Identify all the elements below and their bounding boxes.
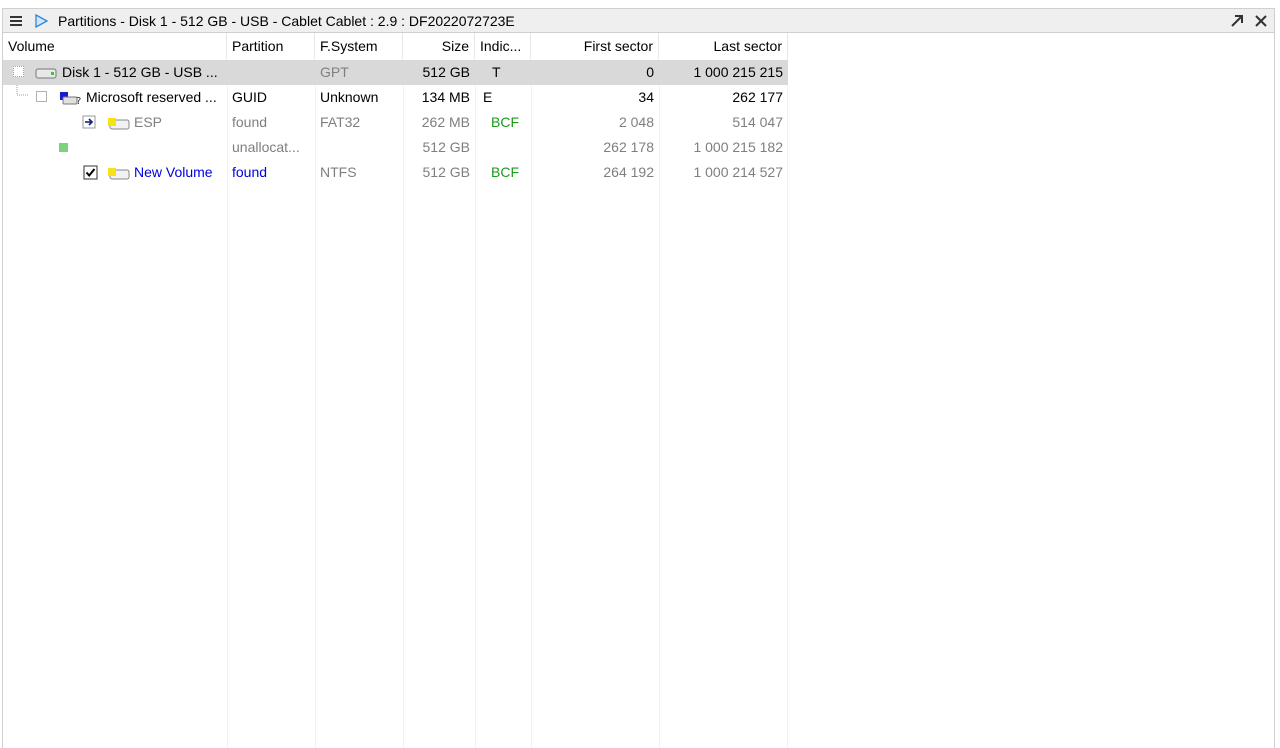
column-header-last-sector[interactable]: Last sector <box>659 33 788 59</box>
partition-type: unallocat... <box>232 139 300 155</box>
last-sector: 262 177 <box>732 89 783 105</box>
usb-drive-icon <box>35 68 57 79</box>
column-header-indicators[interactable]: Indic... <box>475 33 531 59</box>
partition-yellow-icon <box>108 118 130 130</box>
column-header: Volume Partition F.System Size Indic... … <box>3 33 788 59</box>
table-row-partition[interactable]: ? Microsoft reserved ... GUID Unknown 13… <box>3 85 788 110</box>
size: 512 GB <box>422 164 470 180</box>
partition-type: GUID <box>232 89 267 105</box>
volume-name <box>81 135 227 160</box>
partition-yellow-icon <box>108 168 130 180</box>
table-row-partition[interactable]: New Volume found NTFS 512 GB BCF 264 192… <box>3 160 788 185</box>
column-header-volume[interactable]: Volume <box>3 33 227 59</box>
volume-name: New Volume <box>134 164 213 180</box>
indicators: E <box>483 89 493 105</box>
table-row-partition[interactable]: ESP found FAT32 262 MB BCF 2 048 514 047 <box>3 110 788 135</box>
indicators: BCF <box>491 114 519 130</box>
file-system: Unknown <box>320 89 379 105</box>
diagonal-arrow-icon[interactable] <box>1230 14 1244 28</box>
indicators: BCF <box>491 164 519 180</box>
table-row-unallocated[interactable]: unallocat... 512 GB 262 178 1 000 215 18… <box>3 135 788 160</box>
last-sector: 514 047 <box>732 114 783 130</box>
unknown-partition-icon: ? <box>60 92 81 106</box>
size: 262 MB <box>421 114 470 130</box>
first-sector: 0 <box>646 64 654 80</box>
volume-name: Disk 1 - 512 GB - USB ... <box>62 64 218 80</box>
partition-type: found <box>232 164 268 180</box>
last-sector: 1 000 215 215 <box>693 64 783 80</box>
file-system: NTFS <box>320 164 357 180</box>
partition-type <box>227 60 315 85</box>
first-sector: 34 <box>638 89 654 105</box>
first-sector: 262 178 <box>603 139 654 155</box>
first-sector: 264 192 <box>603 164 654 180</box>
column-header-first-sector[interactable]: First sector <box>531 33 659 59</box>
indicators: T <box>492 64 501 80</box>
file-system: FAT32 <box>320 114 361 130</box>
first-sector: 2 048 <box>618 114 654 130</box>
file-system: GPT <box>320 64 349 80</box>
panel-title: Partitions - Disk 1 - 512 GB - USB - Cab… <box>58 13 515 29</box>
table-row-disk[interactable]: Disk 1 - 512 GB - USB ... GPT 512 GB T 0… <box>3 60 788 85</box>
file-system <box>315 135 403 160</box>
size: 512 GB <box>422 139 470 155</box>
indicators <box>475 135 531 160</box>
column-header-filesystem[interactable]: F.System <box>315 33 403 59</box>
play-triangle-icon[interactable] <box>33 13 49 29</box>
last-sector: 1 000 215 182 <box>693 139 783 155</box>
unallocated-green-square-icon <box>59 143 68 152</box>
row-checkbox[interactable] <box>36 91 47 102</box>
row-checkbox[interactable] <box>13 66 24 77</box>
column-header-size[interactable]: Size <box>403 33 475 59</box>
partition-arrow-icon[interactable] <box>82 115 98 129</box>
volume-name: Microsoft reserved ... <box>86 89 217 105</box>
volume-name: ESP <box>134 114 163 130</box>
checked-checkbox-icon[interactable] <box>83 165 98 180</box>
partition-type: found <box>232 114 268 130</box>
hamburger-menu-icon[interactable] <box>9 14 23 28</box>
tree-connector-icon <box>16 85 28 96</box>
last-sector: 1 000 214 527 <box>693 164 783 180</box>
column-header-partition[interactable]: Partition <box>227 33 315 59</box>
close-x-icon[interactable] <box>1254 14 1268 28</box>
panel-titlebar: Partitions - Disk 1 - 512 GB - USB - Cab… <box>3 9 1274 33</box>
size: 512 GB <box>422 64 470 80</box>
partitions-panel: Partitions - Disk 1 - 512 GB - USB - Cab… <box>2 8 1275 748</box>
size: 134 MB <box>421 89 470 105</box>
